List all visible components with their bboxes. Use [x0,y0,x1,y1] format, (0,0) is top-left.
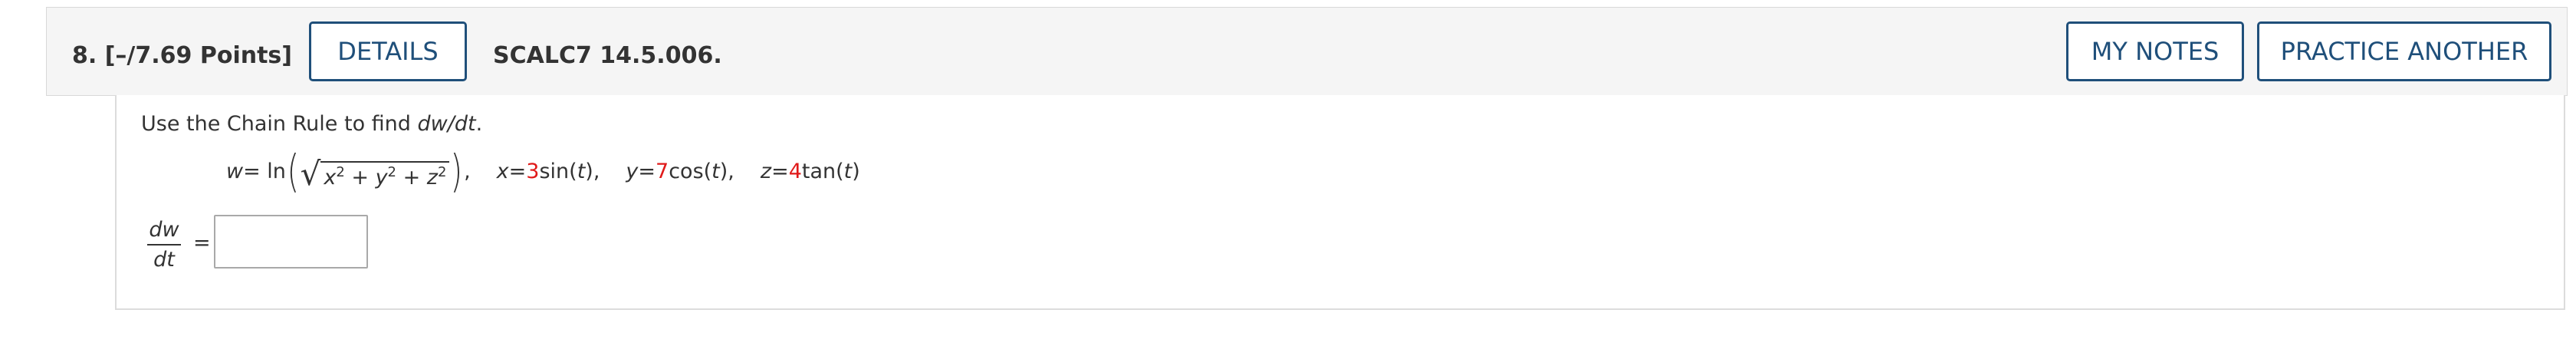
dw-dt-fraction: dw dt [147,218,181,272]
fraction-denominator: dt [153,248,175,272]
left-paren: ( [287,145,300,197]
sqrt-icon: √ [300,155,321,193]
question-instruction: Use the Chain Rule to find dw/dt. [141,112,482,136]
question-header: 8. [–/7.69 Points] DETAILS SCALC7 14.5.0… [46,7,2568,96]
right-paren: ) [450,145,463,197]
instruction-text: Use the Chain Rule to find [141,112,418,136]
instruction-period: . [475,112,483,136]
square-root: √ x2 + y2 + z2 [301,152,450,190]
radicand: x2 + y2 + z2 [320,160,450,190]
question-number-points: 8. [–/7.69 Points] [72,42,292,69]
answer-input[interactable] [214,215,368,269]
my-notes-button[interactable]: MY NOTES [2066,21,2244,81]
z-variable: z [760,159,772,183]
equation-line: w = ln(√ x2 + y2 + z2), x = 3 sin(t), y =… [226,145,860,197]
w-variable: w [226,159,244,183]
x-variable: x [496,159,509,183]
w-comma: , [464,159,471,183]
practice-another-button[interactable]: PRACTICE ANOTHER [2257,21,2551,81]
details-button[interactable]: DETAILS [309,21,467,81]
question-code: SCALC7 14.5.006. [493,42,722,69]
y-coefficient: 7 [656,159,669,183]
fraction-numerator: dw [147,218,181,245]
y-variable: y [626,159,639,183]
answer-equals: = [193,231,211,255]
z-coefficient: 4 [788,159,802,183]
w-equals-ln: = ln [243,159,286,183]
x-coefficient: 3 [526,159,540,183]
question-body: Use the Chain Rule to find dw/dt. w = ln… [115,95,2565,310]
instruction-variable: dw/dt [417,112,476,136]
